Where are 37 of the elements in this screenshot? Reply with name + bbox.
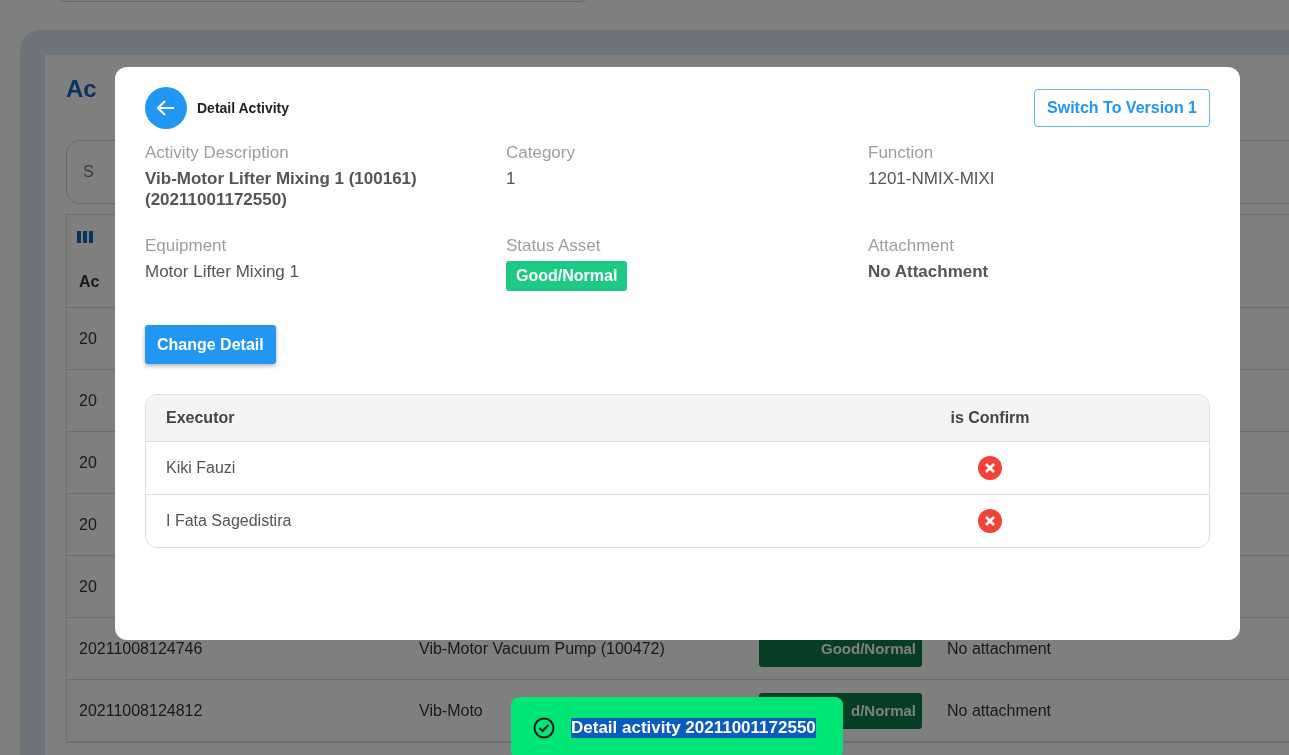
field-value: Vib-Motor Lifter Mixing 1 (100161) (20211001172550) bbox=[145, 168, 418, 210]
table-cell: 20211008124812 bbox=[79, 701, 203, 720]
back-button[interactable] bbox=[145, 87, 187, 129]
field-value: 1 bbox=[506, 168, 516, 189]
field-label: Function bbox=[868, 143, 935, 163]
column-header: Executor bbox=[166, 409, 235, 427]
table-cell: No attachment bbox=[947, 639, 1052, 658]
arrow-left-icon bbox=[156, 98, 176, 118]
table-cell: 20211008124746 bbox=[79, 639, 203, 658]
change-detail-button[interactable]: Change Detail bbox=[145, 325, 276, 364]
field-value: 1201-NMIX-MIXI bbox=[868, 168, 995, 189]
field-label: Equipment bbox=[145, 236, 228, 256]
check-circle-icon bbox=[533, 717, 555, 739]
table-cell: Vib-Moto bbox=[419, 701, 483, 720]
switch-version-button[interactable]: Switch To Version 1 bbox=[1034, 89, 1210, 127]
table-cell: No attachment bbox=[947, 701, 1052, 720]
table-cell: 20 bbox=[79, 577, 97, 596]
table-cell: 20 bbox=[79, 453, 97, 472]
page-title: Ac bbox=[66, 75, 97, 104]
table-cell: I Fata Sagedistira bbox=[166, 512, 292, 530]
table-cell: Kiki Fauzi bbox=[166, 459, 236, 477]
dialog-title: Detail Activity bbox=[197, 100, 290, 116]
field-label: Activity Description bbox=[145, 143, 290, 163]
field-label: Category bbox=[506, 143, 576, 163]
status-badge: Good/Normal bbox=[506, 261, 628, 291]
table-cell: Vib-Motor Vacuum Pump (100472) bbox=[419, 639, 665, 658]
column-header: is Confirm bbox=[950, 409, 1030, 427]
toast-message: Detail activity 20211001172550 bbox=[571, 718, 816, 738]
table-cell: 20 bbox=[79, 391, 97, 410]
field-value: No Attachment bbox=[868, 261, 989, 282]
column-header: Ac bbox=[79, 273, 100, 291]
field-label: Attachment bbox=[868, 236, 955, 256]
field-value: Motor Lifter Mixing 1 bbox=[145, 261, 299, 282]
table-cell: 20 bbox=[79, 515, 97, 534]
table-cell: 20 bbox=[79, 329, 97, 348]
columns-icon[interactable] bbox=[77, 231, 93, 243]
field-label: Status Asset bbox=[506, 236, 602, 256]
